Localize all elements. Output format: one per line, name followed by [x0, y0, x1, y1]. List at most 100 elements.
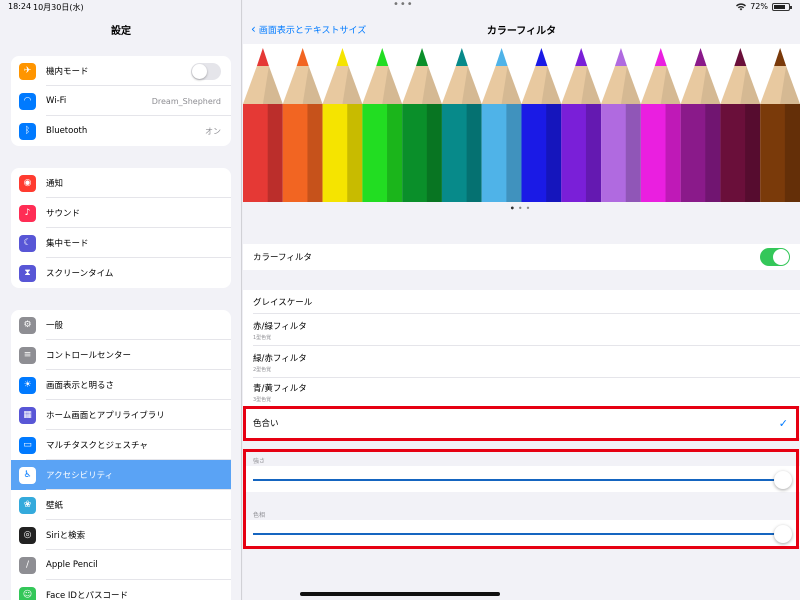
filter-row-deuteranopia[interactable]: 緑/赤フィルタ 2型色覚 — [243, 346, 800, 378]
pencil — [322, 48, 363, 202]
bluetooth-icon: ᛒ — [19, 122, 36, 140]
filter-row-protanopia[interactable]: 赤/緑フィルタ 1型色覚 — [243, 314, 800, 346]
sidebar-item-label: Wi-Fi — [46, 96, 67, 106]
sidebar-item-label: ホーム画面とアプリライブラリ — [46, 411, 165, 421]
sidebar-item-label: Apple Pencil — [46, 560, 98, 570]
pencil — [720, 48, 761, 202]
pencil-icon: / — [19, 556, 36, 574]
battery-icon — [772, 2, 792, 11]
status-date: 10月30日(水) — [33, 3, 84, 12]
face-id-icon: ☺ — [19, 586, 36, 600]
filter-sub: 1型色覚 — [253, 334, 272, 341]
sidebar-item[interactable]: ❀ 壁紙 — [11, 490, 231, 520]
pencil — [441, 48, 482, 202]
highlight-box-sliders — [243, 449, 799, 549]
sidebar-title: 設定 — [111, 26, 131, 37]
pencil — [640, 48, 681, 202]
sidebar-item-value: Dream_Shepherd — [151, 96, 221, 106]
sidebar-item[interactable]: ♿ アクセシビリティ — [11, 460, 231, 490]
sidebar-item-label: 集中モード — [46, 239, 89, 249]
status-time: 18:24 — [8, 2, 32, 11]
sidebar-item-label: 機内モード — [46, 67, 89, 77]
gear-icon: ⚙ — [19, 316, 36, 334]
pencil — [481, 48, 522, 202]
color-filter-toggle[interactable] — [760, 248, 790, 266]
sidebar-group-general: ⚙ 一般 ≡ コントロールセンター ☀ 画面表示と明るさ ▦ ホーム画面とアプリライブラリ ▭ マ… — [11, 310, 231, 600]
airplane-mode-toggle[interactable] — [191, 62, 221, 80]
moon-icon: ☾ — [19, 234, 36, 252]
pencil — [521, 48, 562, 202]
control-center-icon: ≡ — [19, 346, 36, 364]
filter-label: 赤/緑フィルタ — [253, 321, 307, 332]
sidebar-item[interactable]: ◎ Siriと検索 — [11, 520, 231, 550]
sidebar-item[interactable]: ◠ Wi-Fi Dream_Shepherd — [11, 86, 231, 116]
page-title: カラーフィルタ — [486, 26, 557, 37]
sidebar-item[interactable]: ✈ 機内モード — [11, 56, 231, 86]
filter-label: グレイスケール — [253, 298, 313, 308]
sidebar-item[interactable]: ♪ サウンド — [11, 198, 231, 228]
sidebar-item-value: オン — [205, 126, 221, 136]
color-filter-toggle-row: カラーフィルタ — [243, 244, 800, 270]
sidebar-item-label: マルチタスクとジェスチャ — [46, 441, 148, 451]
color-filter-label: カラーフィルタ — [253, 253, 312, 263]
sidebar: 設定 ✈ 機内モード ◠ Wi-Fi Dream_Shepherd ᛒ Bluetooth オ… — [0, 0, 242, 600]
brightness-icon: ☀ — [19, 376, 36, 394]
filter-label: 青/黄フィルタ — [253, 383, 307, 394]
siri-icon: ◎ — [19, 526, 36, 544]
battery-percent: 72% — [750, 2, 768, 11]
color-pencils-preview[interactable] — [243, 44, 800, 202]
home-indicator[interactable] — [300, 592, 500, 596]
sidebar-item-label: 通知 — [46, 179, 64, 189]
pencil — [402, 48, 442, 202]
pencil — [680, 48, 721, 202]
wifi-icon: ◠ — [19, 92, 36, 110]
pencil — [243, 48, 283, 202]
filter-label: 緑/赤フィルタ — [253, 353, 307, 364]
sidebar-item-label: Bluetooth — [46, 126, 88, 136]
sidebar-item-label: コントロールセンター — [46, 351, 132, 361]
pencil — [561, 48, 602, 202]
wallpaper-icon: ❀ — [19, 496, 36, 514]
filter-sub: 3型色覚 — [253, 396, 272, 403]
filter-sub: 2型色覚 — [253, 366, 272, 373]
notification-icon: ◉ — [19, 174, 36, 192]
sidebar-item[interactable]: ᛒ Bluetooth オン — [11, 116, 231, 146]
filter-row-grayscale[interactable]: グレイスケール — [243, 290, 800, 314]
wifi-status-icon — [736, 2, 747, 10]
page-indicator[interactable]: ••• — [243, 204, 800, 213]
multitask-dots-icon[interactable]: ••• — [393, 0, 414, 10]
filter-row-tritanopia[interactable]: 青/黄フィルタ 3型色覚 — [243, 378, 800, 406]
pencil — [282, 48, 323, 202]
sidebar-item-label: Face IDとパスコード — [46, 591, 128, 600]
sidebar-item[interactable]: ☺ Face IDとパスコード — [11, 580, 231, 600]
sidebar-item[interactable]: ▭ マルチタスクとジェスチャ — [11, 430, 231, 460]
sidebar-item[interactable]: ▦ ホーム画面とアプリライブラリ — [11, 400, 231, 430]
sidebar-item[interactable]: ⚙ 一般 — [11, 310, 231, 340]
sidebar-item-label: スクリーンタイム — [46, 269, 114, 279]
multitask-icon: ▭ — [19, 436, 36, 454]
sidebar-item[interactable]: ☾ 集中モード — [11, 228, 231, 258]
home-screen-icon: ▦ — [19, 406, 36, 424]
accessibility-icon: ♿ — [19, 466, 36, 484]
sidebar-item-label: サウンド — [46, 209, 81, 219]
filter-list: グレイスケール 赤/緑フィルタ 1型色覚 緑/赤フィルタ 2型色覚 青/黄フィルタ 3… — [243, 290, 800, 406]
main-pane: ‹ 画面表示とテキストサイズ カラーフィルタ ••• カラーフィルタ グレイスケ… — [243, 0, 800, 600]
sidebar-item[interactable]: ≡ コントロールセンター — [11, 340, 231, 370]
sidebar-item-label: 一般 — [46, 321, 64, 331]
pencils-image — [243, 48, 800, 202]
status-bar: 18:24 10月30日(水) ••• 72% — [0, 0, 800, 14]
sidebar-item[interactable]: / Apple Pencil — [11, 550, 231, 580]
hourglass-icon: ⧗ — [19, 264, 36, 282]
pencil — [362, 48, 403, 202]
sidebar-group-notifications: ◉ 通知 ♪ サウンド ☾ 集中モード ⧗ スクリーンタイム — [11, 168, 231, 288]
airplane-icon: ✈ — [19, 62, 36, 80]
sound-icon: ♪ — [19, 204, 36, 222]
pencil — [601, 48, 641, 202]
sidebar-item[interactable]: ☀ 画面表示と明るさ — [11, 370, 231, 400]
sidebar-group-connectivity: ✈ 機内モード ◠ Wi-Fi Dream_Shepherd ᛒ Bluetooth オン — [11, 56, 231, 146]
sidebar-item-label: Siriと検索 — [46, 531, 86, 541]
highlight-box-tint — [243, 406, 799, 441]
sidebar-item-label: 壁紙 — [46, 501, 64, 511]
sidebar-item[interactable]: ⧗ スクリーンタイム — [11, 258, 231, 288]
sidebar-item[interactable]: ◉ 通知 — [11, 168, 231, 198]
